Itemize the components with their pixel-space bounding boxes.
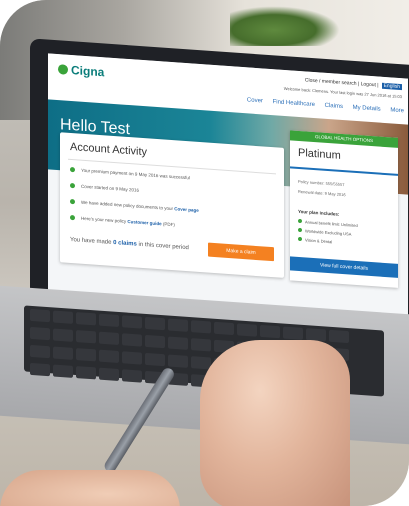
brand-name: Cigna <box>71 63 105 80</box>
check-icon <box>70 182 75 189</box>
plan-include-item: Annual benefit limit: Unlimited <box>298 218 358 228</box>
nav-find-healthcare[interactable]: Find Healthcare <box>273 99 315 108</box>
key <box>191 338 211 352</box>
hand <box>200 340 350 506</box>
nav-claims[interactable]: Claims <box>325 103 343 110</box>
key <box>99 331 119 346</box>
key <box>122 351 142 365</box>
view-cover-details-button[interactable]: View full cover details <box>290 256 398 278</box>
hand <box>0 470 180 506</box>
key <box>145 334 165 349</box>
key <box>99 349 119 364</box>
activity-item: Cover started on 9 May 2016 <box>70 182 139 193</box>
main-nav: Cover Find Healthcare Claims My Details … <box>239 97 404 114</box>
brand-logo[interactable]: Cigna <box>58 62 104 79</box>
tree-icon <box>58 64 68 75</box>
key <box>122 315 142 329</box>
key <box>168 318 188 332</box>
make-claim-button[interactable]: Make a claim <box>208 242 274 262</box>
key <box>168 336 188 350</box>
account-activity-card: Account Activity Your premium payment on… <box>60 132 284 278</box>
activity-item: We have added new policy documents to yo… <box>70 198 199 213</box>
nav-more[interactable]: More <box>390 107 404 114</box>
account-activity-title: Account Activity <box>70 140 148 159</box>
photo: Cigna Close / member search | Logout | En… <box>0 0 409 506</box>
key <box>191 320 211 334</box>
plan-name: Platinum <box>298 146 341 162</box>
key <box>53 328 73 342</box>
key <box>99 367 119 382</box>
check-icon <box>298 227 302 233</box>
key <box>145 352 165 367</box>
key <box>329 329 349 344</box>
renewal-date: Renewal date: 9 May 2016 <box>298 188 346 198</box>
check-icon <box>70 166 75 173</box>
customer-guide-link[interactable]: Customer guide <box>127 219 161 226</box>
language-selector[interactable]: English <box>381 82 402 91</box>
check-icon <box>70 214 75 221</box>
claims-summary: You have made 0 claims in this cover per… <box>70 236 189 252</box>
key <box>30 308 50 323</box>
plan-includes-label: Your plan includes: <box>298 208 340 217</box>
activity-item: Your premium payment on 9 May 2016 was s… <box>70 166 190 180</box>
activity-item: Here's your new policy Customer guide (P… <box>70 214 175 227</box>
plan-divider <box>290 166 398 176</box>
key <box>99 313 119 328</box>
key <box>30 326 50 341</box>
plan-card: GLOBAL HEALTH OPTIONS Platinum Policy nu… <box>290 130 398 288</box>
laptop-screen: Cigna Close / member search | Logout | En… <box>48 53 408 319</box>
nav-my-details[interactable]: My Details <box>353 105 381 113</box>
key <box>122 369 142 383</box>
key <box>53 310 73 324</box>
check-icon <box>70 198 75 205</box>
key <box>76 366 96 380</box>
key <box>30 344 50 359</box>
key <box>53 346 73 360</box>
nav-cover[interactable]: Cover <box>247 97 263 104</box>
key <box>214 321 234 336</box>
key <box>122 333 142 347</box>
plan-include-item: Vision & Dental <box>298 236 332 244</box>
key <box>76 312 96 326</box>
check-icon <box>298 218 302 224</box>
check-icon <box>298 236 302 242</box>
plan-include-item: Worldwide Excluding USA <box>298 227 351 237</box>
key <box>237 323 257 337</box>
key <box>145 316 165 331</box>
key <box>76 330 96 344</box>
key <box>76 348 96 362</box>
key <box>30 362 50 377</box>
cover-page-link[interactable]: Cover page <box>174 206 199 213</box>
background-plant <box>230 6 340 46</box>
key <box>53 364 73 378</box>
key <box>260 324 280 339</box>
claims-count: 0 claims <box>113 239 137 248</box>
utility-text[interactable]: Close / member search | Logout | <box>305 77 379 88</box>
key <box>283 326 303 340</box>
key <box>168 354 188 368</box>
policy-number: Policy number: 555/55557 <box>298 178 345 188</box>
